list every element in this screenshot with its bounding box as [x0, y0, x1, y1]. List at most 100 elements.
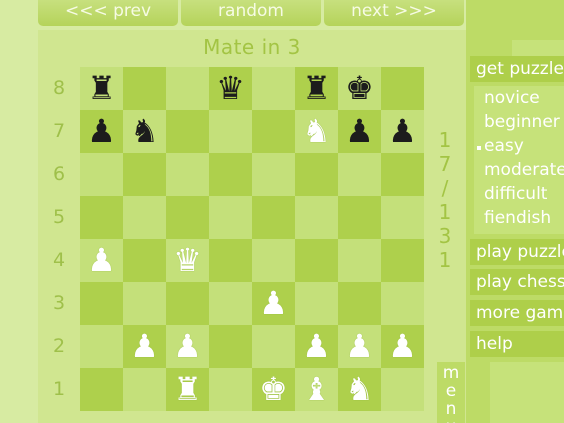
selected-bullet-icon [477, 146, 481, 150]
square-e5[interactable] [252, 196, 295, 239]
help-button[interactable]: help [470, 331, 564, 357]
black-rook-piece[interactable]: ♜ [295, 67, 338, 110]
square-e4[interactable] [252, 239, 295, 282]
menu-letter: u [446, 418, 457, 423]
square-h3[interactable] [381, 282, 424, 325]
square-c5[interactable] [166, 196, 209, 239]
white-knight-piece[interactable]: ♞ [295, 110, 338, 153]
level-moderate[interactable]: moderate [484, 160, 564, 180]
play-puzzle-button[interactable]: play puzzle [470, 239, 564, 265]
black-knight-piece[interactable]: ♞ [123, 110, 166, 153]
square-c7[interactable] [166, 110, 209, 153]
get-puzzle-button[interactable]: get puzzle [470, 56, 564, 82]
level-difficult[interactable]: difficult [484, 184, 547, 204]
square-b6[interactable] [123, 153, 166, 196]
chess-board[interactable]: ♜ ♛ ♜ ♚ ♟ ♞ ♞ ♟ ♟ ♟ ♛ ♟ ♟ ♟ ♟ ♟ ♟ ♜ ♚ ♝ ♞ [80, 67, 424, 411]
square-h6[interactable] [381, 153, 424, 196]
square-d1[interactable] [209, 368, 252, 411]
white-pawn-piece[interactable]: ♟ [381, 325, 424, 368]
more-games-button[interactable]: more games [470, 300, 564, 326]
square-f4[interactable] [295, 239, 338, 282]
square-b1[interactable] [123, 368, 166, 411]
square-g6[interactable] [338, 153, 381, 196]
square-a5[interactable] [80, 196, 123, 239]
white-pawn-piece[interactable]: ♟ [166, 325, 209, 368]
rank-label: 4 [52, 249, 66, 271]
square-d3[interactable] [209, 282, 252, 325]
progress-char: 1 [438, 200, 452, 224]
square-e8[interactable] [252, 67, 295, 110]
puzzle-progress: 1 7/1 3 1 [432, 128, 458, 272]
square-c8[interactable] [166, 67, 209, 110]
white-pawn-piece[interactable]: ♟ [123, 325, 166, 368]
rank-label: 1 [52, 378, 66, 400]
white-pawn-piece[interactable]: ♟ [295, 325, 338, 368]
level-easy[interactable]: easy [484, 136, 524, 156]
square-a2[interactable] [80, 325, 123, 368]
white-rook-piece[interactable]: ♜ [166, 368, 209, 411]
square-f3[interactable] [295, 282, 338, 325]
square-a6[interactable] [80, 153, 123, 196]
square-b3[interactable] [123, 282, 166, 325]
progress-char: / [441, 176, 449, 200]
black-pawn-piece[interactable]: ♟ [338, 110, 381, 153]
square-a3[interactable] [80, 282, 123, 325]
progress-char: 7 [438, 152, 452, 176]
square-g3[interactable] [338, 282, 381, 325]
level-beginner[interactable]: beginner [484, 112, 560, 132]
white-king-piece[interactable]: ♚ [252, 368, 295, 411]
black-rook-piece[interactable]: ♜ [80, 67, 123, 110]
white-pawn-piece[interactable]: ♟ [80, 239, 123, 282]
rank-label: 8 [52, 77, 66, 99]
square-e2[interactable] [252, 325, 295, 368]
random-button[interactable]: random [181, 0, 321, 26]
square-b8[interactable] [123, 67, 166, 110]
menu-tab[interactable]: m e n u [437, 362, 465, 423]
level-novice[interactable]: novice [484, 88, 540, 108]
square-h5[interactable] [381, 196, 424, 239]
square-g4[interactable] [338, 239, 381, 282]
white-knight-piece[interactable]: ♞ [338, 368, 381, 411]
square-f6[interactable] [295, 153, 338, 196]
square-g5[interactable] [338, 196, 381, 239]
square-d4[interactable] [209, 239, 252, 282]
rank-label: 6 [52, 163, 66, 185]
next-button[interactable]: next >>> [324, 0, 464, 26]
sidebar-tile [490, 362, 564, 423]
square-d6[interactable] [209, 153, 252, 196]
black-queen-piece[interactable]: ♛ [209, 67, 252, 110]
white-bishop-piece[interactable]: ♝ [295, 368, 338, 411]
black-pawn-piece[interactable]: ♟ [80, 110, 123, 153]
black-king-piece[interactable]: ♚ [338, 67, 381, 110]
white-pawn-piece[interactable]: ♟ [252, 282, 295, 325]
square-d5[interactable] [209, 196, 252, 239]
square-d7[interactable] [209, 110, 252, 153]
rank-label: 3 [52, 292, 66, 314]
square-h1[interactable] [381, 368, 424, 411]
menu-letter: e [445, 381, 457, 401]
puzzle-title: Mate in 3 [203, 35, 301, 59]
square-b4[interactable] [123, 239, 166, 282]
square-b5[interactable] [123, 196, 166, 239]
white-pawn-piece[interactable]: ♟ [338, 325, 381, 368]
level-fiendish[interactable]: fiendish [484, 208, 551, 228]
play-chess-button[interactable]: play chess [470, 269, 564, 295]
square-c6[interactable] [166, 153, 209, 196]
square-c3[interactable] [166, 282, 209, 325]
square-a1[interactable] [80, 368, 123, 411]
progress-char: 1 [438, 128, 452, 152]
white-queen-piece[interactable]: ♛ [166, 239, 209, 282]
game-screen: <<< prev random next >>> Mate in 3 8 7 6 5 4… [0, 0, 564, 423]
progress-char: 1 [438, 248, 452, 272]
menu-letter: n [445, 399, 457, 419]
prev-button[interactable]: <<< prev [38, 0, 178, 26]
square-h8[interactable] [381, 67, 424, 110]
square-h4[interactable] [381, 239, 424, 282]
rank-label: 5 [52, 206, 66, 228]
menu-letter: m [442, 363, 460, 383]
square-e6[interactable] [252, 153, 295, 196]
square-e7[interactable] [252, 110, 295, 153]
square-d2[interactable] [209, 325, 252, 368]
black-pawn-piece[interactable]: ♟ [381, 110, 424, 153]
square-f5[interactable] [295, 196, 338, 239]
